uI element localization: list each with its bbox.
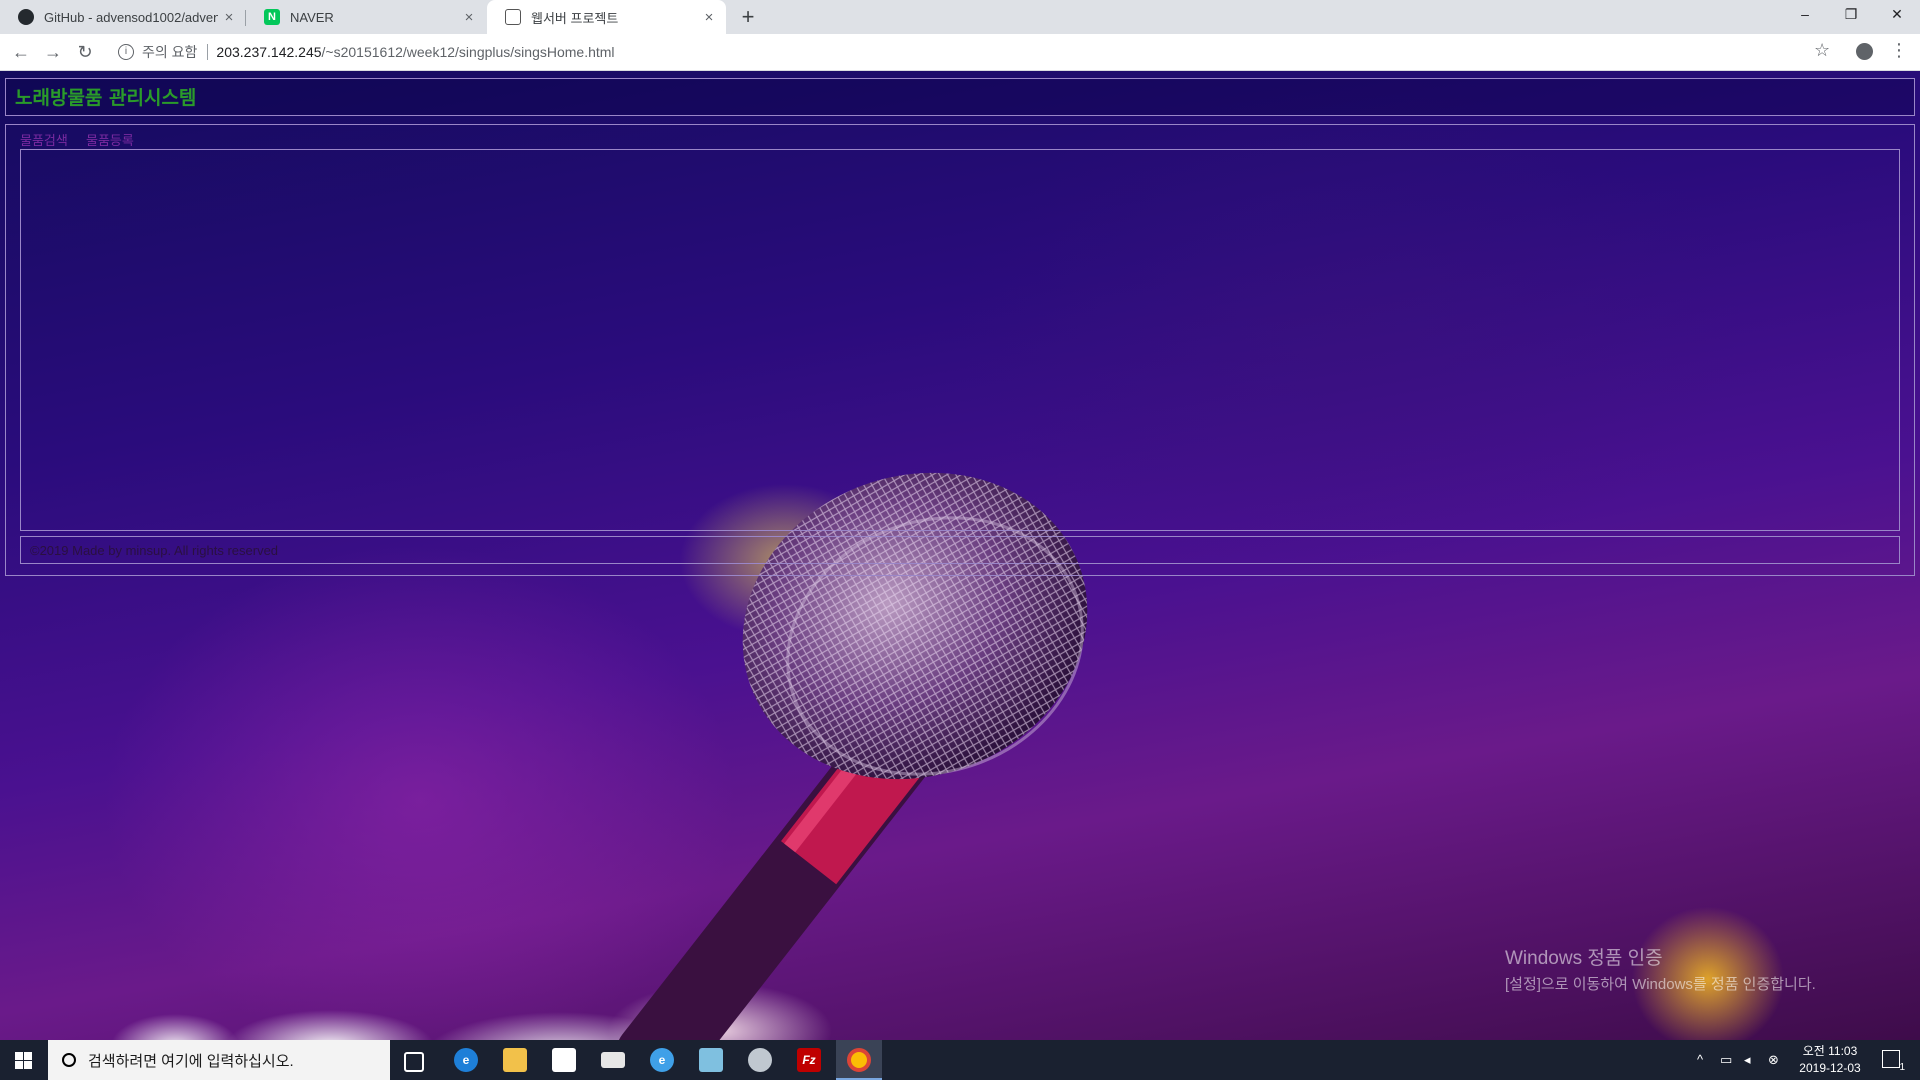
task-view-icon[interactable] bbox=[404, 1052, 424, 1072]
site-header: 노래방물품 관리시스템 bbox=[5, 78, 1915, 116]
windows-logo-icon bbox=[15, 1052, 23, 1060]
tab-github[interactable]: GitHub - advensod1002/advens × bbox=[0, 0, 246, 34]
page-icon bbox=[505, 9, 521, 25]
paint-icon[interactable] bbox=[748, 1048, 772, 1072]
notification-count: 1 bbox=[1899, 1062, 1905, 1073]
content-frame bbox=[20, 149, 1900, 531]
volume-muted-icon[interactable]: ◂ bbox=[1744, 1040, 1751, 1080]
close-tab-icon[interactable]: × bbox=[218, 9, 240, 26]
tab-strip: GitHub - advensod1002/advens × N NAVER ×… bbox=[0, 0, 1920, 34]
file-explorer-icon[interactable] bbox=[503, 1048, 527, 1072]
close-tab-icon[interactable]: × bbox=[458, 9, 480, 26]
nav-menu: 물품검색 물품등록 bbox=[20, 130, 148, 149]
mail-icon[interactable] bbox=[601, 1052, 625, 1068]
url-path: /~s20151612/week12/singplus/singsHome.ht… bbox=[321, 44, 615, 60]
tray-overflow-icon[interactable]: ^ bbox=[1697, 1040, 1703, 1080]
address-bar[interactable]: i 주의 요함 203.237.142.245/~s20151612/week1… bbox=[108, 38, 1788, 66]
profile-icon[interactable] bbox=[1856, 43, 1873, 60]
browser-menu-icon[interactable]: ⋮ bbox=[1890, 40, 1908, 61]
start-button[interactable] bbox=[0, 1040, 46, 1080]
action-center-icon[interactable]: 1 bbox=[1882, 1050, 1905, 1073]
clock-time: 오전 11:03 bbox=[1802, 1044, 1858, 1058]
bookmark-star-icon[interactable]: ☆ bbox=[1814, 40, 1830, 61]
ime-icon[interactable]: ⊗ bbox=[1768, 1040, 1779, 1080]
tab-title: 웹서버 프로젝트 bbox=[531, 10, 619, 26]
menu-item-search[interactable]: 물품검색 bbox=[20, 134, 68, 149]
chrome-icon bbox=[847, 1048, 871, 1072]
network-icon[interactable]: ▭ bbox=[1720, 1040, 1736, 1080]
taskbar-search-input[interactable]: 검색하려면 여기에 입력하십시오. bbox=[48, 1040, 390, 1080]
taskbar-clock[interactable]: 오전 11:03 2019-12-03 bbox=[1790, 1043, 1870, 1077]
info-icon[interactable]: i bbox=[118, 44, 134, 60]
tab-webserver-project[interactable]: 웹서버 프로젝트 × bbox=[487, 0, 726, 34]
github-icon bbox=[18, 9, 34, 25]
footer-text: ©2019 Made by minsup. All rights reserve… bbox=[30, 543, 279, 558]
tab-naver[interactable]: N NAVER × bbox=[246, 0, 486, 34]
reload-button[interactable]: ↻ bbox=[73, 40, 97, 64]
page-viewport: 노래방물품 관리시스템 물품검색 물품등록 ©2019 Made by mins… bbox=[0, 71, 1920, 1040]
minimize-button[interactable]: – bbox=[1782, 0, 1828, 30]
chrome-taskbar-button[interactable] bbox=[836, 1040, 882, 1080]
filezilla-icon[interactable]: Fz bbox=[797, 1048, 821, 1072]
notepad-icon[interactable] bbox=[699, 1048, 723, 1072]
url-host: 203.237.142.245 bbox=[216, 44, 322, 60]
windows-activation-watermark: Windows 정품 인증 [설정]으로 이동하여 Windows를 정품 인증… bbox=[1505, 943, 1816, 994]
back-button[interactable]: ← bbox=[9, 40, 33, 64]
url-text[interactable]: 203.237.142.245/~s20151612/week12/singpl… bbox=[216, 44, 614, 60]
clock-date: 2019-12-03 bbox=[1799, 1061, 1861, 1075]
naver-icon: N bbox=[264, 9, 280, 25]
forward-button[interactable]: → bbox=[41, 40, 65, 64]
main-container: 물품검색 물품등록 ©2019 Made by minsup. All righ… bbox=[5, 124, 1915, 576]
page-title: 노래방물품 관리시스템 bbox=[15, 87, 197, 109]
footer: ©2019 Made by minsup. All rights reserve… bbox=[20, 536, 1900, 564]
restore-button[interactable]: ❐ bbox=[1828, 0, 1874, 30]
taskbar: 검색하려면 여기에 입력하십시오. e e Fz ^ ▭ ◂ ⊗ 오전 11:0… bbox=[0, 1040, 1920, 1080]
edge-icon[interactable]: e bbox=[454, 1048, 478, 1072]
menu-item-register[interactable]: 물품등록 bbox=[86, 134, 134, 149]
security-label[interactable]: 주의 요함 bbox=[142, 42, 197, 62]
search-icon bbox=[62, 1053, 76, 1067]
close-window-button[interactable]: ✕ bbox=[1874, 0, 1920, 30]
close-tab-icon[interactable]: × bbox=[698, 9, 720, 26]
ie-icon[interactable]: e bbox=[650, 1048, 674, 1072]
activation-title: Windows 정품 인증 bbox=[1505, 948, 1663, 969]
activation-message: [설정]으로 이동하여 Windows를 정품 인증합니다. bbox=[1505, 976, 1816, 993]
store-icon[interactable] bbox=[552, 1048, 576, 1072]
divider bbox=[207, 44, 209, 60]
browser-toolbar: ← → ↻ i 주의 요함 203.237.142.245/~s20151612… bbox=[0, 34, 1920, 71]
new-tab-button[interactable]: + bbox=[736, 5, 760, 29]
tab-title: GitHub - advensod1002/advens bbox=[44, 9, 218, 25]
search-placeholder: 검색하려면 여기에 입력하십시오. bbox=[88, 1052, 294, 1070]
tab-title: NAVER bbox=[290, 9, 334, 25]
